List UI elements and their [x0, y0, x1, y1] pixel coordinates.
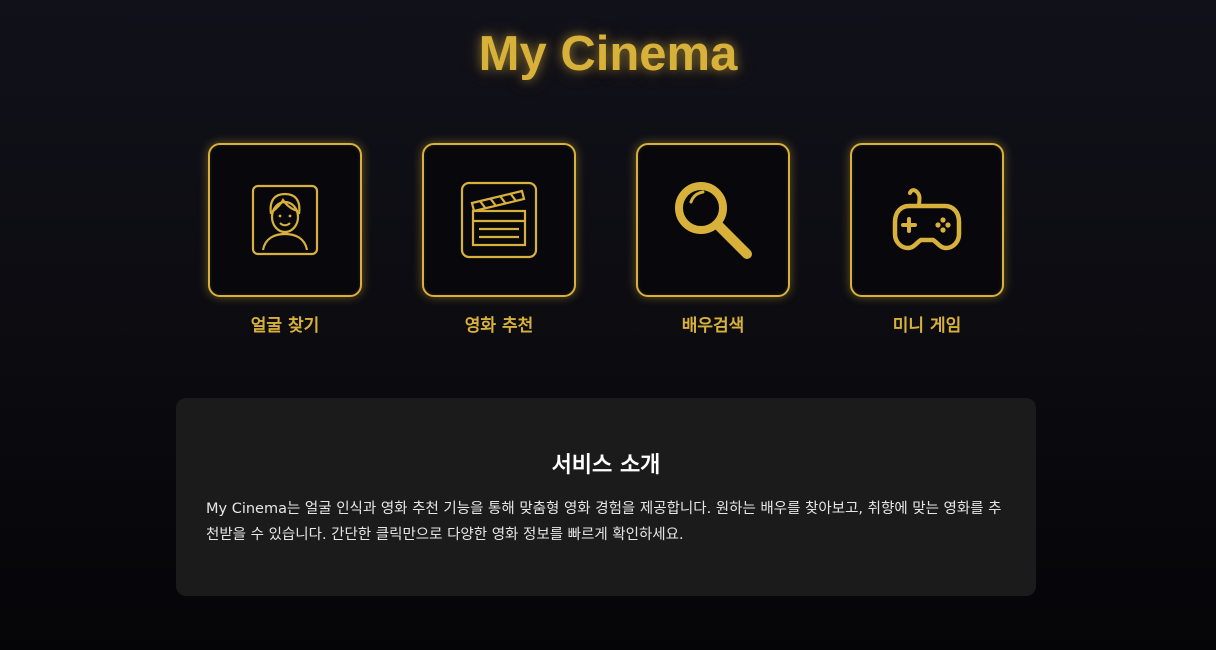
service-intro-panel: 서비스 소개 My Cinema는 얼굴 인식과 영화 추천 기능을 통해 맞춤… — [176, 398, 1036, 596]
menu-item-face-search[interactable]: 얼굴 찾기 — [208, 143, 362, 337]
gamepad-icon — [891, 184, 963, 256]
clapperboard-icon — [460, 181, 538, 259]
face-portrait-icon — [251, 184, 319, 256]
menu-item-mini-game[interactable]: 미니 게임 — [850, 143, 1004, 337]
feature-menu: 얼굴 찾기 영화 추천 배우검색 미니 게임 — [208, 143, 1004, 343]
menu-label-mini-game: 미니 게임 — [892, 316, 962, 336]
menu-item-movie-recommend[interactable]: 영화 추천 — [422, 143, 576, 337]
menu-item-actor-search[interactable]: 배우검색 — [636, 143, 790, 337]
menu-label-face-search: 얼굴 찾기 — [250, 316, 320, 336]
face-search-button[interactable] — [208, 143, 362, 297]
actor-search-button[interactable] — [636, 143, 790, 297]
magnifier-icon — [671, 178, 755, 262]
menu-label-actor-search: 배우검색 — [681, 316, 745, 336]
mini-game-button[interactable] — [850, 143, 1004, 297]
service-intro-text: My Cinema는 얼굴 인식과 영화 추천 기능을 통해 맞춤형 영화 경험… — [206, 501, 1002, 543]
menu-label-movie-recommend: 영화 추천 — [464, 316, 534, 336]
app-title: My Cinema — [478, 27, 738, 81]
movie-recommend-button[interactable] — [422, 143, 576, 297]
page: My Cinema 얼굴 찾기 영화 추천 배우검색 미니 게임 서비스 소개 … — [0, 0, 1216, 650]
service-intro-title: 서비스 소개 — [551, 453, 661, 478]
